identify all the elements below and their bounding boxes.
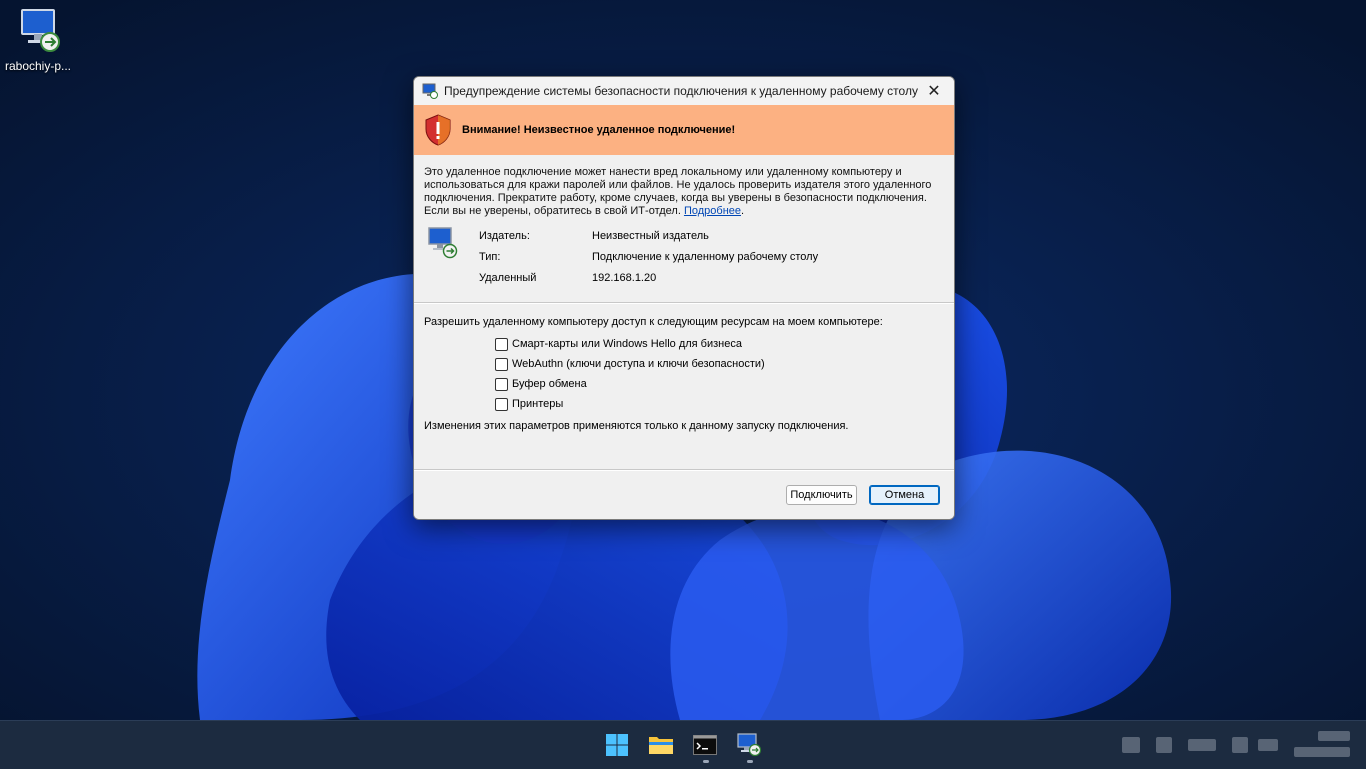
remote-desktop-icon [422,83,438,99]
publisher-label: Издатель: [479,230,530,242]
dialog-titlebar[interactable]: Предупреждение системы безопасности подк… [414,77,954,105]
warning-shield-icon [425,114,451,146]
checkbox-box[interactable] [495,397,508,411]
permissions-section: Разрешить удаленному компьютеру доступ к… [414,304,954,433]
dialog-button-bar: Подключить Отмена [414,469,954,519]
terminal-icon [693,735,717,755]
close-icon: ✕ [927,83,941,100]
checkbox-webauthn[interactable]: WebAuthn (ключи доступа и ключи безопасн… [495,354,944,374]
checkbox-label: WebAuthn (ключи доступа и ключи безопасн… [512,357,765,370]
clock-time[interactable] [1318,731,1350,741]
checkbox-box[interactable] [495,377,508,391]
description-text: Это удаленное подключение может нанести … [424,166,932,217]
tray-icon[interactable] [1232,737,1248,753]
terminal-running-indicator [703,760,709,763]
checkbox-box[interactable] [495,337,508,351]
security-warning-dialog: Предупреждение системы безопасности подк… [413,76,955,520]
clock-date[interactable] [1294,747,1350,757]
checkbox-label: Буфер обмена [512,377,587,390]
close-button[interactable]: ✕ [914,77,954,105]
tray-icon[interactable] [1122,737,1140,753]
taskbar [0,720,1366,769]
warning-text: Внимание! Неизвестное удаленное подключе… [462,124,736,136]
start-icon [606,734,628,756]
publisher-value: Неизвестный издатель [592,230,709,242]
file-explorer-icon [649,737,673,754]
permissions-title: Разрешить удаленному компьютеру доступ к… [424,316,883,328]
remote-desktop-icon [21,9,60,52]
publisher-row: Издатель: Неизвестный издатель [479,230,709,242]
cancel-button[interactable]: Отмена [869,485,940,505]
checkbox-label: Смарт-карты или Windows Hello для бизнес… [512,337,742,350]
desktop-shortcut-rdp[interactable]: rabochiy-p... [2,6,74,73]
remote-computer-row: Удаленный компьютер: 192.168.1.20 [479,272,656,286]
type-label: Тип: [479,251,501,263]
start-button[interactable] [603,731,631,759]
checkbox-box[interactable] [495,357,508,371]
checkbox-clipboard[interactable]: Буфер обмена [495,374,944,394]
remote-desktop-icon [737,733,762,757]
checkbox-printers[interactable]: Принтеры [495,394,944,414]
connect-button[interactable]: Подключить [786,485,857,505]
connection-info: Издатель: Неизвестный издатель Тип: Подклю… [414,224,954,302]
remote-computer-value: 192.168.1.20 [592,272,657,284]
warning-description: Это удаленное подключение может нанести … [424,166,932,217]
type-row: Тип: Подключение к удаленному рабочему ст… [479,251,818,263]
tray-icon[interactable] [1188,739,1216,751]
remote-computer-label: Удаленный компьютер: [479,272,538,286]
permissions-list: Смарт-карты или Windows Hello для бизнес… [495,334,944,414]
remote-computer-icon [428,227,458,259]
remote-desktop-button[interactable] [735,731,763,759]
tray-icon[interactable] [1258,739,1278,751]
warning-banner: Внимание! Неизвестное удаленное подключе… [414,105,954,155]
checkbox-smartcards[interactable]: Смарт-карты или Windows Hello для бизнес… [495,334,944,354]
checkbox-label: Принтеры [512,397,564,410]
desktop-shortcut-label: rabochiy-p... [4,59,72,73]
more-info-link[interactable]: Подробнее [684,205,741,217]
file-explorer-button[interactable] [647,731,675,759]
terminal-button[interactable] [691,731,719,759]
tray-icon[interactable] [1156,737,1172,753]
dialog-title: Предупреждение системы безопасности подк… [444,84,918,98]
type-value: Подключение к удаленному рабочему столу [592,251,819,263]
settings-note: Изменения этих параметров применяются то… [424,420,849,432]
remote-desktop-running-indicator [747,760,753,763]
